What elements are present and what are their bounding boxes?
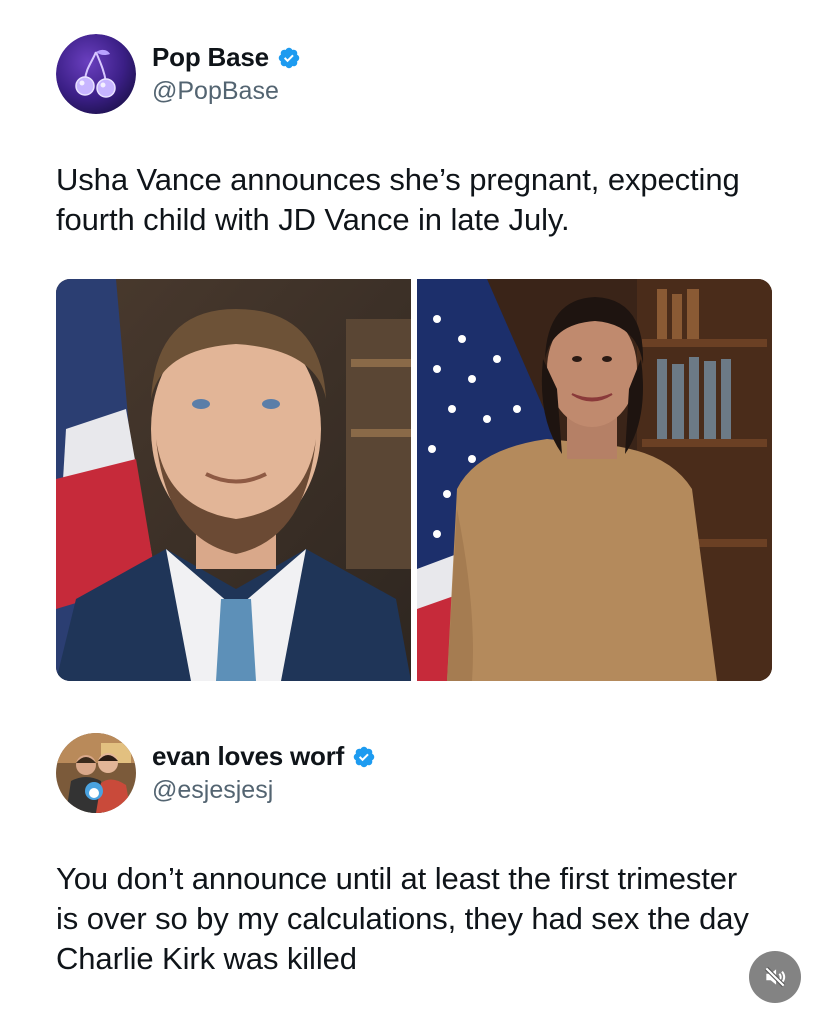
reply-handle[interactable]: @esjesjesj (152, 776, 376, 805)
reply-name-row: evan loves worf (152, 741, 376, 772)
reply-avatar-photo (56, 733, 136, 813)
author-names: Pop Base @PopBase (152, 42, 301, 106)
reply-author-names: evan loves worf @esjesjesj (152, 741, 376, 805)
reply-avatar[interactable] (56, 733, 136, 813)
speaker-muted-icon (764, 966, 786, 988)
portrait-woman-photo (417, 279, 772, 681)
verified-badge-icon (352, 745, 376, 769)
post-text-line: fourth child with JD Vance in late July. (56, 202, 570, 237)
author-display-name[interactable]: Pop Base (152, 42, 269, 73)
post-header: Pop Base @PopBase (56, 34, 301, 114)
mute-button[interactable] (749, 951, 801, 1003)
author-handle[interactable]: @PopBase (152, 77, 301, 106)
cherries-icon (56, 34, 136, 114)
reply-text: You don’t announce until at least the fi… (56, 859, 749, 979)
verified-badge-icon (277, 46, 301, 70)
post-text: Usha Vance announces she’s pregnant, exp… (56, 160, 740, 240)
name-row: Pop Base (152, 42, 301, 73)
reply-display-name[interactable]: evan loves worf (152, 741, 344, 772)
popbase-avatar[interactable] (56, 34, 136, 114)
reply-text-line: Charlie Kirk was killed (56, 941, 357, 976)
media-image-left[interactable] (56, 279, 411, 681)
media-image-right[interactable] (417, 279, 772, 681)
portrait-man-photo (56, 279, 411, 681)
post-text-line: Usha Vance announces she’s pregnant, exp… (56, 162, 740, 197)
reply-text-line: is over so by my calculations, they had … (56, 901, 749, 936)
post-media-grid (56, 279, 772, 681)
reply-header: evan loves worf @esjesjesj (56, 733, 376, 813)
reply-text-line: You don’t announce until at least the fi… (56, 861, 738, 896)
